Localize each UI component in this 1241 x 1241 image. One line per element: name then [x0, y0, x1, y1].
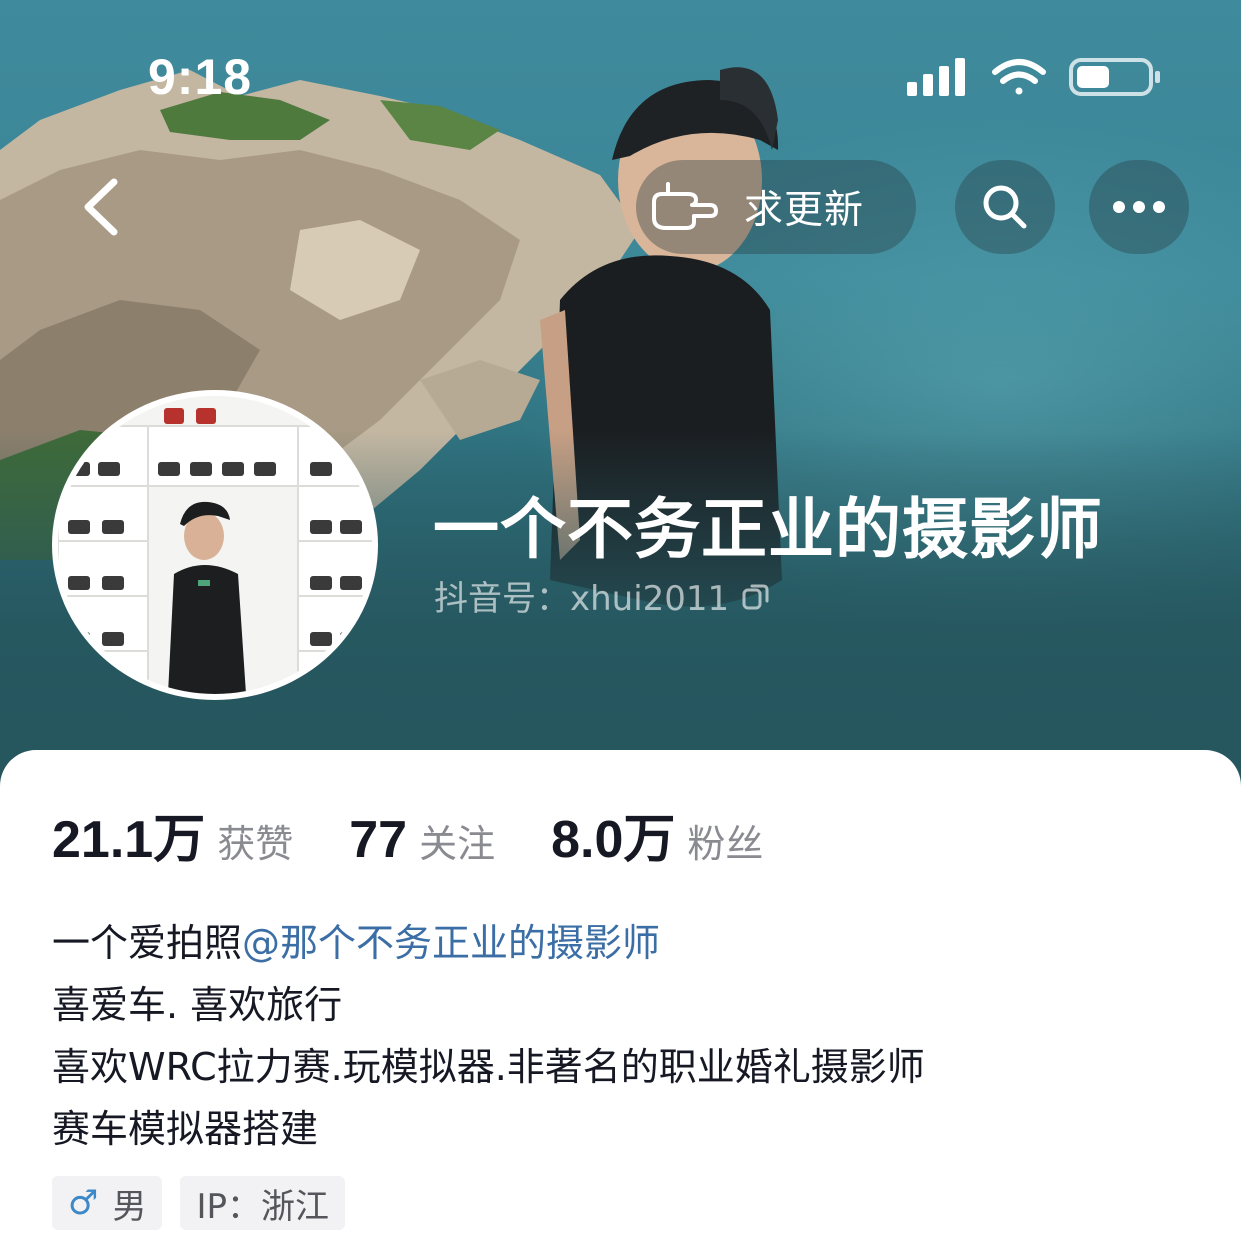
ip-location-tag: IP：浙江	[180, 1176, 346, 1230]
following-count[interactable]: 77	[349, 810, 407, 870]
profile-tags: ♂ 男 IP：浙江	[52, 1176, 346, 1230]
followers-label[interactable]: 粉丝	[687, 813, 763, 868]
avatar[interactable]	[52, 390, 378, 700]
more-button[interactable]	[1089, 160, 1189, 254]
ip-location-label: IP：浙江	[196, 1186, 330, 1227]
profile-nickname: 一个不务正业的摄影师	[433, 491, 1103, 568]
following-label[interactable]: 关注	[419, 813, 495, 868]
bio-mention-link[interactable]: @那个不务正业的摄影师	[242, 921, 660, 965]
profile-stats: 21.1万 获赞 77 关注 8.0万 粉丝	[52, 797, 763, 872]
account-id[interactable]: 抖音号：xhui2011	[434, 571, 771, 620]
search-icon	[983, 185, 1027, 229]
back-chevron-icon[interactable]	[72, 174, 134, 240]
gender-tag: ♂ 男	[52, 1176, 163, 1230]
search-button[interactable]	[955, 160, 1055, 254]
bio-line-1: 一个爱拍照@那个不务正业的摄影师	[52, 912, 925, 974]
gender-label: 男	[112, 1186, 147, 1227]
male-icon: ♂	[68, 1183, 99, 1223]
pointing-hand-icon	[652, 182, 718, 230]
more-dots-icon	[1113, 201, 1165, 213]
profile-bio: 一个爱拍照@那个不务正业的摄影师 喜爱车. 喜欢旅行 喜欢WRC拉力赛.玩模拟器…	[52, 912, 925, 1160]
copy-icon[interactable]	[741, 581, 771, 611]
wifi-icon	[992, 59, 1046, 95]
bio-line-1-text: 一个爱拍照	[52, 921, 243, 965]
bio-line-2: 喜爱车. 喜欢旅行	[52, 983, 343, 1027]
likes-count[interactable]: 21.1万	[52, 797, 205, 872]
request-update-button[interactable]: 求更新	[636, 160, 916, 254]
status-icons	[907, 58, 1160, 96]
account-id-text: 抖音号：xhui2011	[434, 579, 730, 619]
battery-icon	[1069, 58, 1160, 96]
request-update-label: 求更新	[744, 188, 865, 233]
followers-count[interactable]: 8.0万	[551, 797, 675, 872]
avatar-image	[58, 396, 372, 694]
bio-line-3: 喜欢WRC拉力赛.玩模拟器.非著名的职业婚礼摄影师	[52, 1045, 925, 1089]
status-time: 9:18	[148, 49, 253, 105]
bio-line-4: 赛车模拟器搭建	[52, 1107, 319, 1151]
likes-label[interactable]: 获赞	[217, 813, 293, 868]
signal-icon	[907, 58, 965, 96]
